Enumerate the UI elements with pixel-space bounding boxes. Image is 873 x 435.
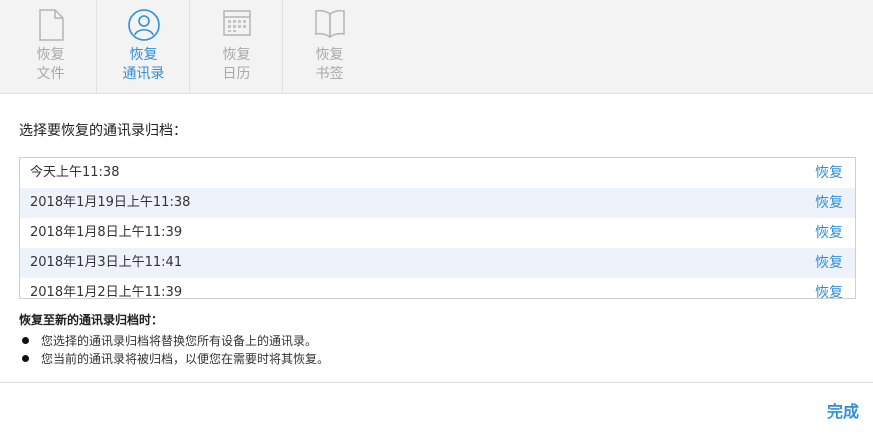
page-heading: 选择要恢复的通讯录归档： (19, 123, 187, 139)
tab-label-line1: 恢复 (315, 47, 344, 63)
tab-label-line2: 日历 (222, 66, 251, 82)
restore-button[interactable]: 恢复 (815, 188, 843, 218)
tab-label: 恢复 文件 (4, 46, 97, 84)
restore-toolbar: 恢复 文件 恢复 通讯录 恢复 日历 恢复 书签 (0, 0, 873, 94)
restore-button[interactable]: 恢复 (815, 248, 843, 278)
archive-date: 2018年1月19日上午11:38 (30, 195, 191, 210)
bullet-icon (22, 337, 29, 344)
contacts-icon (97, 8, 190, 44)
tab-restore-calendar[interactable]: 恢复 日历 (190, 0, 283, 94)
archive-row: 2018年1月19日上午11:38 恢复 (20, 188, 855, 218)
archive-date: 2018年1月8日上午11:39 (30, 225, 183, 240)
archive-date: 今天上午11:38 (30, 165, 120, 180)
note-text: 您选择的通讯录归档将替换您所有设备上的通讯录。 (41, 334, 318, 348)
tab-label-line2: 文件 (36, 66, 65, 82)
tab-label: 恢复 通讯录 (97, 46, 190, 84)
file-icon (4, 8, 97, 44)
calendar-icon (190, 8, 283, 44)
tab-label-line1: 恢复 (36, 47, 65, 63)
notes-title: 恢复至新的通讯录归档时： (19, 313, 164, 327)
restore-button[interactable]: 恢复 (815, 278, 843, 298)
archive-row: 今天上午11:38 恢复 (20, 158, 855, 188)
done-button[interactable]: 完成 (827, 398, 859, 422)
tab-label-line1: 恢复 (129, 47, 158, 63)
tab-restore-contacts[interactable]: 恢复 通讯录 (97, 0, 190, 94)
archive-row: 2018年1月2日上午11:39 恢复 (20, 278, 855, 299)
bookmarks-icon (283, 8, 376, 44)
note-text: 您当前的通讯录将被归档，以便您在需要时将其恢复。 (41, 352, 330, 366)
tab-restore-bookmarks[interactable]: 恢复 书签 (283, 0, 376, 94)
restore-button[interactable]: 恢复 (815, 158, 843, 188)
tab-label: 恢复 日历 (190, 46, 283, 84)
bullet-icon (22, 355, 29, 362)
tab-label-line1: 恢复 (222, 47, 251, 63)
archive-row: 2018年1月3日上午11:41 恢复 (20, 248, 855, 278)
archive-list[interactable]: 今天上午11:38 恢复 2018年1月19日上午11:38 恢复 2018年1… (19, 157, 856, 299)
tab-label-line2: 书签 (315, 66, 344, 82)
footer-divider (0, 382, 873, 383)
tab-label-line2: 通讯录 (122, 66, 165, 82)
tab-label: 恢复 书签 (283, 46, 376, 84)
note-item: 您选择的通讯录归档将替换您所有设备上的通讯录。 (22, 332, 317, 349)
tab-restore-files[interactable]: 恢复 文件 (4, 0, 97, 94)
archive-row: 2018年1月8日上午11:39 恢复 (20, 218, 855, 248)
restore-button[interactable]: 恢复 (815, 218, 843, 248)
archive-date: 2018年1月2日上午11:39 (30, 285, 183, 299)
archive-date: 2018年1月3日上午11:41 (30, 255, 183, 270)
note-item: 您当前的通讯录将被归档，以便您在需要时将其恢复。 (22, 350, 329, 367)
